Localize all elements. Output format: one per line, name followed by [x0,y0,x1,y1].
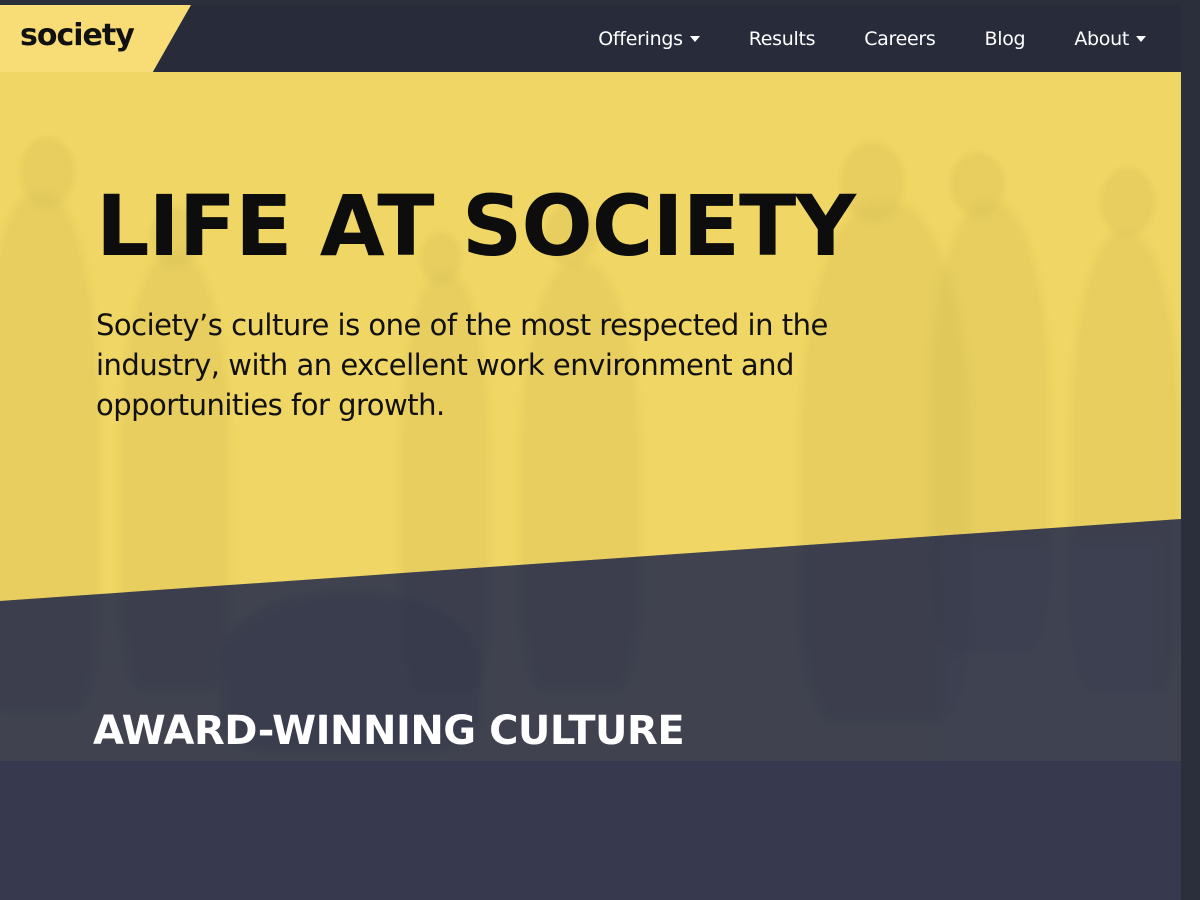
nav-item-results[interactable]: Results [749,28,816,50]
section-heading: AWARD-WINNING CULTURE [93,708,685,754]
nav-item-label: Careers [864,27,936,50]
navbar: society Offerings Results Careers Blog A… [0,5,1181,72]
caret-down-icon [689,35,700,42]
nav-item-offerings[interactable]: Offerings [598,27,700,50]
nav-item-label: About [1074,27,1129,50]
lower-section [0,761,1181,900]
nav-item-careers[interactable]: Careers [864,27,936,50]
logo-link[interactable]: society [0,5,191,72]
nav-item-label: Offerings [598,27,683,50]
logo: society [20,18,135,53]
nav-item-about[interactable]: About [1074,28,1146,50]
nav-item-blog[interactable]: Blog [985,28,1026,50]
main-nav: Offerings Results Careers Blog About [598,5,1146,72]
hero-section: LIFE AT SOCIETY Society’s culture is one… [0,72,1181,761]
nav-item-label: Blog [984,27,1026,50]
nav-item-label: Results [748,27,816,50]
scrollbar-track[interactable] [1181,0,1200,900]
hero-description: Society’s culture is one of the most res… [96,308,828,422]
caret-down-icon [1136,35,1146,42]
page-title: LIFE AT SOCIETY [96,177,856,275]
